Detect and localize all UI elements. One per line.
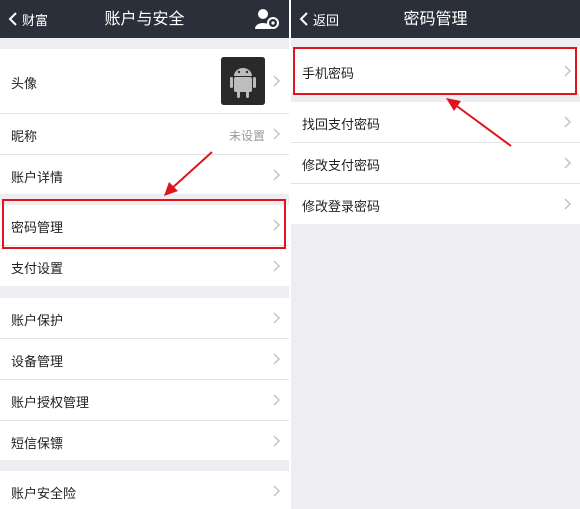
change-login-password-row[interactable]: 修改登录密码 [291, 184, 580, 224]
phone-password-row[interactable]: 手机密码 [291, 49, 580, 93]
chevron-right-icon [564, 116, 572, 128]
sms-guard-label: 短信保镖 [11, 437, 64, 452]
nickname-label: 昵称 [11, 130, 38, 145]
navbar: 返回 密码管理 [291, 0, 580, 38]
chevron-right-icon [273, 219, 281, 231]
back-label: 返回 [313, 13, 340, 29]
change-payment-password-row[interactable]: 修改支付密码 [291, 143, 580, 183]
account-protection-row[interactable]: 账户保护 [0, 298, 289, 338]
recover-payment-password-label: 找回支付密码 [302, 118, 381, 133]
chevron-right-icon [564, 198, 572, 210]
password-management-screen: 返回 密码管理 手机密码 找回支付密码 修改支付密码 修改登录密码 [291, 0, 580, 509]
payment-settings-row[interactable]: 支付设置 [0, 246, 289, 286]
chevron-right-icon [273, 128, 281, 140]
account-authorization-label: 账户授权管理 [11, 396, 90, 411]
account-security-screen: 财富 账户与安全 头像 昵称 未设置 账户详情 密码管理 支付设置 账户保护 设… [0, 0, 289, 509]
avatar-row[interactable]: 头像 [0, 49, 289, 113]
chevron-right-icon [273, 75, 281, 87]
account-insurance-row[interactable]: 账户安全险 [0, 471, 289, 509]
password-management-row[interactable]: 密码管理 [0, 205, 289, 245]
recover-payment-password-row[interactable]: 找回支付密码 [291, 102, 580, 142]
chevron-right-icon [564, 65, 572, 77]
avatar [221, 57, 265, 105]
device-management-row[interactable]: 设备管理 [0, 339, 289, 379]
nickname-value: 未设置 [228, 129, 265, 143]
nickname-row[interactable]: 昵称 未设置 [0, 114, 289, 154]
password-management-label: 密码管理 [11, 221, 64, 236]
avatar-label: 头像 [11, 77, 38, 92]
device-management-label: 设备管理 [11, 355, 64, 370]
chevron-right-icon [273, 353, 281, 365]
change-payment-password-label: 修改支付密码 [302, 159, 381, 174]
navbar: 财富 账户与安全 [0, 0, 289, 38]
chevron-right-icon [273, 312, 281, 324]
account-details-label: 账户详情 [11, 171, 64, 186]
phone-password-label: 手机密码 [302, 67, 355, 82]
chevron-right-icon [273, 485, 281, 497]
chevron-right-icon [273, 169, 281, 181]
back-button[interactable]: 返回 [299, 0, 339, 38]
back-button[interactable]: 财富 [8, 0, 48, 38]
account-authorization-row[interactable]: 账户授权管理 [0, 380, 289, 420]
chevron-left-icon [299, 12, 308, 26]
change-login-password-label: 修改登录密码 [302, 200, 381, 215]
chevron-right-icon [273, 260, 281, 272]
chevron-right-icon [273, 435, 281, 447]
user-gear-icon[interactable] [255, 8, 279, 30]
back-label: 财富 [22, 13, 49, 29]
sms-guard-row[interactable]: 短信保镖 [0, 421, 289, 460]
account-details-row[interactable]: 账户详情 [0, 155, 289, 194]
chevron-right-icon [564, 157, 572, 169]
android-robot-icon [221, 57, 265, 105]
payment-settings-label: 支付设置 [11, 262, 64, 277]
chevron-right-icon [273, 394, 281, 406]
account-protection-label: 账户保护 [11, 314, 64, 329]
account-insurance-label: 账户安全险 [11, 487, 77, 502]
chevron-left-icon [8, 12, 17, 26]
